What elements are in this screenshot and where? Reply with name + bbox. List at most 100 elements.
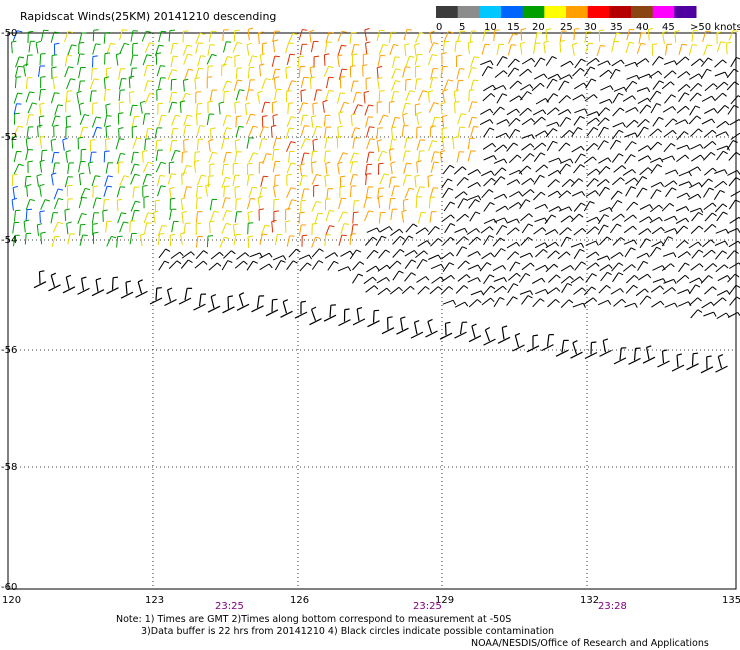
legend-label: 0 [436, 22, 442, 33]
wind-barb-flag [120, 153, 126, 155]
wind-barb-flag [226, 41, 232, 43]
lat-label-50: -50 [1, 28, 17, 39]
wind-barb-flag [405, 150, 411, 152]
wind-barb [271, 102, 274, 114]
map-frame [7, 32, 737, 590]
wind-barb-flag [416, 126, 422, 128]
note-line-2: 3)Data buffer is 22 hrs from 20141210 4)… [141, 626, 555, 637]
wind-barb [103, 151, 106, 163]
wind-barb-flag [433, 187, 439, 189]
wind-barb [691, 353, 694, 366]
wind-barb-flag [735, 151, 740, 156]
wind-barb-flag [248, 222, 254, 224]
note-line-1: Note: 1) Times are GMT 2)Times along bot… [116, 614, 512, 625]
wind-barb-flag [54, 235, 60, 238]
wind-barb-flag [300, 199, 307, 202]
lon-label-120: 120 [2, 595, 21, 606]
wind-barb-flag [247, 162, 253, 165]
wind-barb-flag [511, 44, 517, 46]
wind-barb-flag [118, 161, 124, 164]
wind-barb-flag [236, 115, 242, 117]
legend-swatch [587, 6, 610, 18]
wind-barb-flag [65, 100, 71, 102]
legend-swatch [544, 6, 567, 18]
wind-barb-flag [313, 184, 319, 187]
wind-barb-flag [12, 173, 18, 176]
lat-label-60: -60 [1, 582, 17, 593]
wind-barb [234, 187, 236, 199]
wind-barb-flag [304, 152, 310, 154]
lat-label-54: -54 [1, 235, 17, 246]
wind-barb-flag [394, 185, 400, 187]
wind-barb-flag [735, 284, 740, 288]
wind-barb-flag [434, 116, 440, 119]
wind-barb-flag [160, 65, 166, 67]
wind-barb [181, 173, 183, 185]
wind-barb-flag [171, 78, 177, 81]
legend-swatch [457, 6, 480, 18]
wind-barb-flag [195, 91, 201, 93]
wind-barb-flag [95, 43, 101, 45]
wind-barb-flag [234, 29, 240, 32]
wind-barb-flag [199, 125, 205, 127]
wind-barb-flag [54, 92, 60, 94]
wind-barb-flag [289, 53, 295, 56]
wind-barb [206, 236, 209, 248]
wind-barb-flag [304, 125, 310, 127]
wind-barb-flag [406, 162, 412, 165]
wind-barb-flag [442, 127, 448, 129]
wind-barb-flag [532, 334, 539, 337]
credit-line: NOAA/NESDIS/Office of Research and Appli… [471, 638, 709, 649]
wind-barb-flag [272, 298, 278, 301]
wind-barb-flag [78, 42, 85, 44]
wind-barb-flag [470, 150, 476, 152]
wind-barb-flag [120, 186, 126, 188]
wind-barb [170, 79, 173, 91]
wind-barb-flag [289, 127, 295, 130]
legend-swatch [436, 6, 459, 18]
wind-barb-flag [341, 197, 347, 200]
legend-swatch [522, 6, 545, 18]
wind-barb-flag [113, 276, 119, 279]
legend-label: >50 knots [690, 22, 740, 33]
wind-barb-flag [629, 28, 635, 31]
wind-barb-flag [252, 186, 258, 189]
wind-barb [155, 288, 158, 301]
wind-barb [362, 65, 364, 77]
wind-barb-flag [134, 209, 140, 212]
wind-barb-flag [208, 175, 214, 177]
wind-barb-flag [67, 31, 73, 33]
wind-barb-flag [225, 197, 231, 199]
wind-barb-flag [302, 175, 308, 177]
wind-barb-flag [693, 352, 699, 355]
wind-barb-flag [233, 162, 239, 165]
wind-barb-flag [317, 212, 323, 215]
wind-barb-flag [432, 76, 438, 79]
lat-label-56: -56 [1, 345, 17, 356]
wind-barb [227, 296, 230, 309]
wind-barb-flag [354, 44, 360, 46]
wind-barb-flag [405, 66, 411, 68]
wind-barb-flag [221, 63, 227, 66]
wind-barb-flag [344, 308, 350, 311]
wind-barb-flag [434, 151, 440, 153]
wind-barb-flag [183, 30, 189, 32]
wind-barb-flag [456, 54, 462, 57]
wind-barb-flag [248, 89, 254, 91]
wind-barb [284, 221, 287, 233]
wind-barb-flag [28, 30, 34, 33]
wind-barb [247, 223, 249, 235]
legend-label: 25 [560, 22, 573, 33]
wind-barb-flag [302, 234, 308, 237]
wind-barb [247, 236, 250, 249]
wind-barb-flag [224, 90, 230, 93]
wind-barb [118, 128, 120, 140]
wind-barb-flag [40, 76, 46, 78]
wind-barb-flag [171, 173, 177, 175]
wind-barb-flag [591, 341, 597, 344]
wind-barb-flag [328, 31, 334, 34]
legend-label: 35 [610, 22, 623, 33]
wind-barb-flag [377, 101, 383, 103]
wind-barb-flag [262, 138, 268, 140]
wind-barb-flag [520, 28, 527, 31]
